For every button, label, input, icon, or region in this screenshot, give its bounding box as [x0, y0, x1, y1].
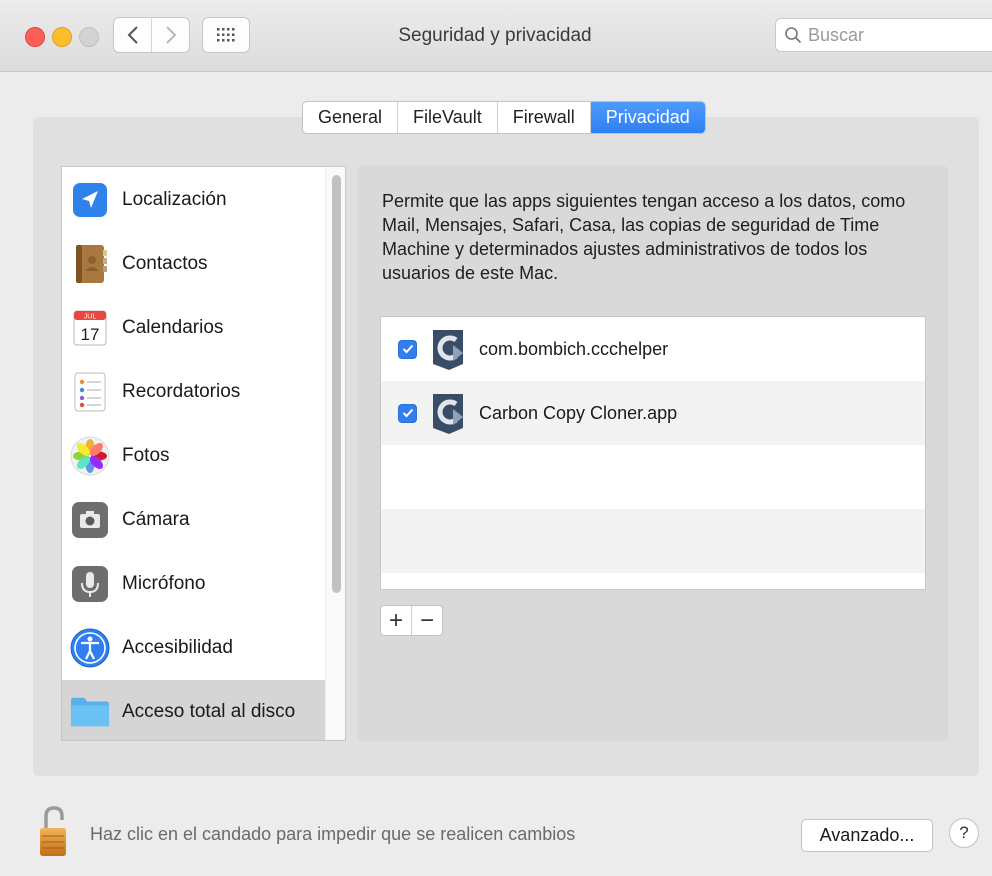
category-label: Fotos	[122, 445, 170, 466]
zoom-window-button[interactable]	[79, 27, 99, 47]
category-label: Localización	[122, 189, 227, 210]
tab-firewall[interactable]: Firewall	[496, 102, 590, 133]
help-button[interactable]: ?	[949, 818, 979, 848]
empty-row	[381, 509, 925, 573]
carbon-copy-cloner-icon	[429, 327, 467, 371]
back-button[interactable]	[114, 18, 151, 52]
checkmark-icon	[402, 408, 413, 418]
show-all-button[interactable]	[202, 17, 250, 53]
app-list[interactable]: com.bombich.ccchelper Carbon Copy Cloner…	[380, 316, 926, 590]
tab-filevault[interactable]: FileVault	[397, 102, 497, 133]
calendar-icon: JUL 17	[70, 308, 110, 348]
category-label: Calendarios	[122, 317, 224, 338]
location-arrow-icon	[70, 180, 110, 220]
search-icon	[785, 27, 802, 44]
category-label: Cámara	[122, 509, 190, 530]
padlock-unlocked-icon[interactable]	[36, 806, 76, 858]
chevron-left-icon	[127, 26, 138, 44]
microphone-icon	[70, 564, 110, 604]
app-checkbox[interactable]	[398, 403, 417, 423]
carbon-copy-cloner-icon	[429, 391, 467, 435]
close-window-button[interactable]	[25, 27, 45, 47]
contacts-book-icon	[70, 244, 110, 284]
app-name: com.bombich.ccchelper	[479, 338, 669, 359]
tab-privacidad[interactable]: Privacidad	[589, 102, 705, 133]
category-item-localizacion[interactable]: Localización	[62, 168, 327, 232]
folder-icon	[70, 692, 110, 732]
app-name: Carbon Copy Cloner.app	[479, 402, 678, 423]
reminders-icon	[70, 372, 110, 412]
privacy-category-list[interactable]: Localización Contactos JUL 17 Calendario…	[61, 166, 346, 741]
camera-icon	[70, 500, 110, 540]
category-label: Accesibilidad	[122, 637, 233, 658]
photos-flower-icon	[70, 436, 110, 476]
category-item-recordatorios[interactable]: Recordatorios	[62, 360, 327, 424]
category-label: Recordatorios	[122, 381, 241, 402]
app-checkbox[interactable]	[398, 339, 417, 359]
title-bar: Seguridad y privacidad	[0, 0, 992, 72]
category-item-acceso-total-al-disco[interactable]: Acceso total al disco	[62, 680, 327, 740]
accessibility-icon	[70, 628, 110, 668]
calendar-month: JUL	[84, 314, 97, 321]
app-row[interactable]: Carbon Copy Cloner.app	[381, 381, 925, 445]
checkmark-icon	[402, 344, 413, 354]
app-row[interactable]: com.bombich.ccchelper	[381, 317, 925, 381]
remove-app-button[interactable]: −	[411, 606, 442, 635]
calendar-day: 17	[81, 325, 100, 344]
category-item-calendarios[interactable]: JUL 17 Calendarios	[62, 296, 327, 360]
grid-icon	[217, 28, 235, 42]
chevron-right-icon	[165, 26, 176, 44]
category-item-fotos[interactable]: Fotos	[62, 424, 327, 488]
forward-button[interactable]	[151, 18, 189, 52]
category-list-scrollbar[interactable]	[325, 167, 345, 740]
lock-status-text: Haz clic en el candado para impedir que …	[90, 824, 576, 844]
search-input[interactable]	[808, 24, 978, 46]
category-label: Micrófono	[122, 573, 206, 594]
tab-general[interactable]: General	[303, 102, 397, 133]
scrollbar-thumb[interactable]	[332, 175, 341, 593]
advanced-button[interactable]: Avanzado...	[801, 819, 933, 852]
category-item-accesibilidad[interactable]: Accesibilidad	[62, 616, 327, 680]
window-title: Seguridad y privacidad	[398, 25, 592, 46]
category-item-microfono[interactable]: Micrófono	[62, 552, 327, 616]
navigation-buttons	[113, 17, 190, 53]
list-controls: + −	[380, 605, 443, 636]
category-item-camara[interactable]: Cámara	[62, 488, 327, 552]
tab-bar: General FileVault Firewall Privacidad	[302, 101, 706, 134]
add-app-button[interactable]: +	[381, 606, 411, 635]
search-field[interactable]	[775, 18, 992, 52]
category-label: Acceso total al disco	[122, 701, 296, 722]
category-item-contactos[interactable]: Contactos	[62, 232, 327, 296]
empty-row	[381, 445, 925, 509]
category-label: Contactos	[122, 253, 208, 274]
minimize-window-button[interactable]	[52, 27, 72, 47]
description-text: Permite que las apps siguientes tengan a…	[382, 191, 906, 283]
